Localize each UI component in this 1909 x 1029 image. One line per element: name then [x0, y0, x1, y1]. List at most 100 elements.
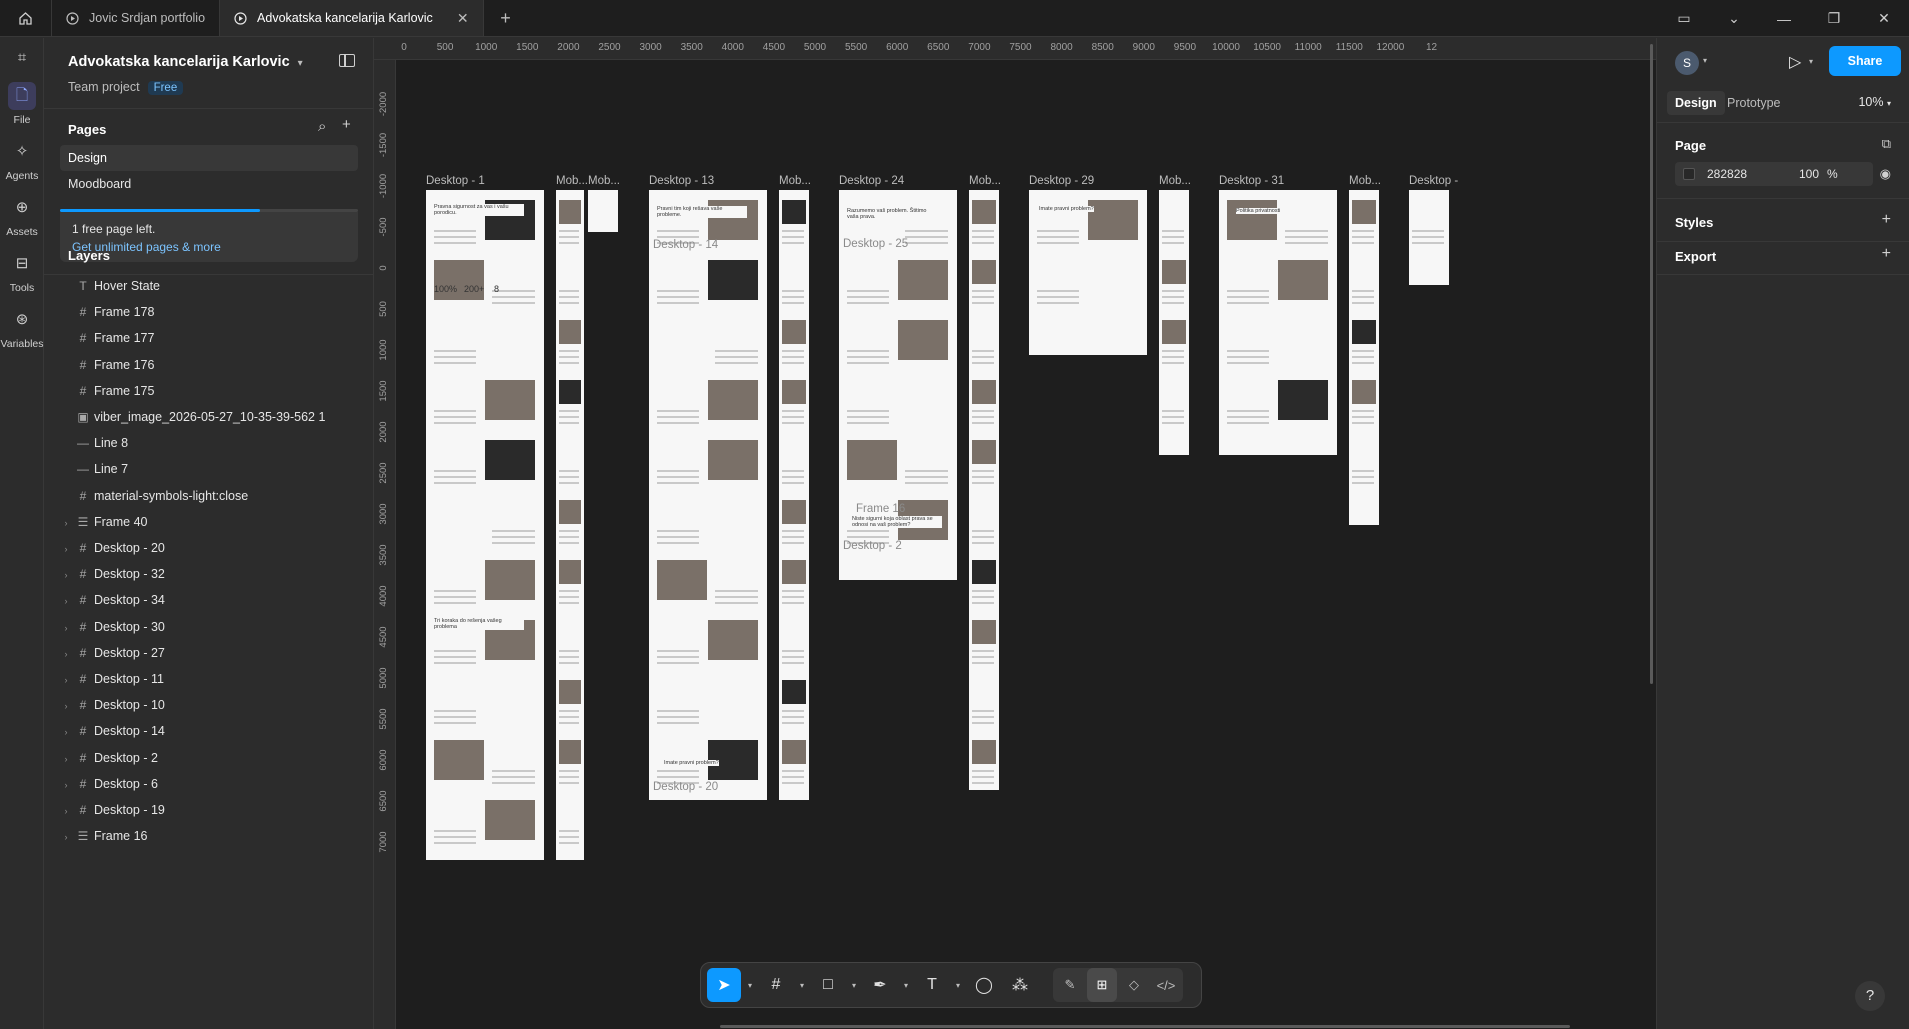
shape-tool-menu[interactable]: ▾ — [847, 968, 861, 1002]
layer-row[interactable]: # Frame 175 — [60, 379, 358, 403]
design-frame[interactable] — [1159, 190, 1189, 455]
add-export-icon[interactable]: + — [1882, 245, 1891, 263]
rail-agents[interactable]: ✧ Agents — [0, 138, 44, 182]
frame-label[interactable]: Mob... — [779, 175, 811, 187]
design-frame[interactable] — [649, 190, 767, 800]
layer-row[interactable]: › ☰ Frame 16 — [60, 824, 358, 848]
layer-row[interactable]: › # Desktop - 14 — [60, 719, 358, 743]
page-bg-color-field[interactable]: 282828 100 % — [1675, 162, 1873, 186]
eye-icon[interactable]: ◉ — [1880, 166, 1891, 182]
layer-row[interactable]: › # Desktop - 19 — [60, 798, 358, 822]
frame-label[interactable]: Desktop - 31 — [1219, 175, 1284, 187]
chevron-right-icon[interactable]: › — [60, 511, 72, 535]
add-page-icon[interactable]: + — [342, 116, 351, 133]
layer-row[interactable]: # Frame 178 — [60, 300, 358, 324]
frame-tool-button[interactable]: # — [759, 968, 793, 1002]
add-style-icon[interactable]: + — [1882, 211, 1891, 229]
chevron-down-icon[interactable]: ▾ — [1703, 56, 1707, 65]
frame-label[interactable]: Desktop - 24 — [839, 175, 904, 187]
text-tool-menu[interactable]: ▾ — [951, 968, 965, 1002]
frame-label[interactable]: Frame 16 — [856, 503, 905, 515]
layer-row[interactable]: — Line 8 — [60, 431, 358, 455]
layer-row[interactable]: › # Desktop - 20 — [60, 536, 358, 560]
tab-prototype[interactable]: Prototype — [1719, 91, 1789, 115]
frame-label[interactable]: Mob... — [1159, 175, 1191, 187]
design-frame[interactable] — [1029, 190, 1147, 355]
frame-label[interactable]: Desktop - 13 — [649, 175, 714, 187]
rail-file[interactable]: 🗋 File — [0, 82, 44, 126]
chevron-right-icon[interactable]: › — [60, 589, 72, 613]
chevron-right-icon[interactable]: › — [60, 642, 72, 666]
search-icon[interactable]: ⌕ — [318, 118, 326, 135]
figma-menu[interactable]: ⌗ — [0, 44, 44, 76]
frame-label[interactable]: Desktop - 25 — [843, 238, 908, 250]
frame-label[interactable]: Desktop - — [1409, 175, 1458, 187]
page-item-moodboard[interactable]: Moodboard — [60, 171, 358, 197]
design-frame[interactable] — [1349, 190, 1379, 525]
local-variables-icon[interactable]: ⧉ — [1882, 136, 1891, 152]
horizontal-scrollbar[interactable] — [720, 1025, 1570, 1028]
frame-label[interactable]: Desktop - 1 — [426, 175, 485, 187]
upgrade-link[interactable]: Get unlimited pages & more — [72, 240, 358, 254]
design-frame[interactable] — [588, 190, 618, 232]
frame-label[interactable]: Mob... — [1349, 175, 1381, 187]
layer-row[interactable]: # Frame 177 — [60, 326, 358, 350]
opacity-value[interactable]: 100 — [1799, 162, 1819, 186]
chevron-down-icon[interactable]: ⌄ — [1709, 10, 1759, 27]
minimize-icon[interactable]: — — [1759, 11, 1809, 27]
tab-design[interactable]: Design — [1667, 91, 1725, 115]
help-button[interactable]: ? — [1855, 981, 1885, 1011]
rectangle-tool-button[interactable]: □ — [811, 968, 845, 1002]
zoom-control[interactable]: 10% ▾ — [1858, 95, 1891, 109]
plan-badge[interactable]: Free — [147, 81, 184, 95]
layer-row[interactable]: › # Desktop - 32 — [60, 562, 358, 586]
close-tab-icon[interactable]: ✕ — [457, 10, 469, 27]
rail-variables[interactable]: ⊛ Variables — [0, 306, 44, 350]
design-frame[interactable] — [556, 190, 584, 860]
actions-button[interactable]: ⁂ — [1003, 968, 1037, 1002]
frame-label[interactable]: Desktop - 2 — [843, 540, 902, 552]
draw-mode-button[interactable]: ✎ — [1055, 968, 1085, 1002]
panel-icon[interactable]: ▭ — [1659, 10, 1709, 27]
layer-row[interactable]: # Frame 176 — [60, 353, 358, 377]
design-frame[interactable] — [779, 190, 809, 800]
move-tool-button[interactable]: ➤ — [707, 968, 741, 1002]
chevron-right-icon[interactable]: › — [60, 694, 72, 718]
frame-label[interactable]: Mob... — [556, 175, 588, 187]
dev-mode-button[interactable]: </> — [1151, 968, 1181, 1002]
layer-row[interactable]: › # Desktop - 2 — [60, 746, 358, 770]
new-tab-button[interactable]: + — [484, 0, 528, 36]
design-mode-button[interactable]: ⊞ — [1087, 968, 1117, 1002]
layer-row[interactable]: › # Desktop - 10 — [60, 693, 358, 717]
pen-tool-button[interactable]: ✒ — [863, 968, 897, 1002]
chevron-right-icon[interactable]: › — [60, 668, 72, 692]
chevron-right-icon[interactable]: › — [60, 616, 72, 640]
share-button[interactable]: Share — [1829, 46, 1901, 76]
close-window-icon[interactable]: ✕ — [1859, 10, 1909, 27]
rail-assets[interactable]: ⊕ Assets — [0, 194, 44, 238]
chevron-down-icon[interactable]: ▾ — [1809, 57, 1813, 66]
chevron-right-icon[interactable]: › — [60, 799, 72, 823]
toggle-sidebar-icon[interactable] — [339, 54, 355, 67]
chevron-right-icon[interactable]: › — [60, 537, 72, 561]
tab-portfolio[interactable]: Jovic Srdjan portfolio — [52, 0, 221, 36]
layer-row[interactable]: › # Desktop - 30 — [60, 615, 358, 639]
tab-advokatska[interactable]: Advokatska kancelarija Karlovic ✕ — [220, 0, 484, 36]
design-frame[interactable] — [1219, 190, 1337, 455]
pen-tool-menu[interactable]: ▾ — [899, 968, 913, 1002]
rail-tools[interactable]: ⊟ Tools — [0, 250, 44, 294]
canvas[interactable]: 0 500 1000 1500 2000 2500 3000 3500 4000 4500 5000… — [374, 38, 1656, 1029]
layer-row[interactable]: › ☰ Frame 40 — [60, 510, 358, 534]
present-icon[interactable]: ▷ — [1789, 52, 1801, 72]
chevron-right-icon[interactable]: › — [60, 825, 72, 849]
vertical-scrollbar[interactable] — [1650, 44, 1653, 684]
layer-row[interactable]: › # Desktop - 34 — [60, 588, 358, 612]
layer-row[interactable]: ▣ viber_image_2026-05-27_10-35-39-562 1 — [60, 405, 358, 429]
layer-row[interactable]: › # Desktop - 27 — [60, 641, 358, 665]
color-swatch[interactable] — [1683, 168, 1695, 180]
project-title[interactable]: Advokatska kancelarija Karlovic ▾ — [68, 54, 303, 70]
design-frame[interactable] — [969, 190, 999, 790]
chevron-right-icon[interactable]: › — [60, 720, 72, 744]
layer-row[interactable]: — Line 7 — [60, 457, 358, 481]
layer-row[interactable]: T Hover State — [60, 274, 358, 298]
